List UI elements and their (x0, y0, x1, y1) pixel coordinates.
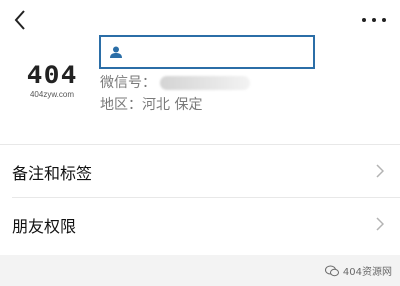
chevron-right-icon (376, 164, 384, 178)
name-field[interactable] (99, 35, 315, 69)
watermark-text: 404资源网 (342, 267, 392, 278)
region-line: 地区：河北 保定 (100, 97, 203, 113)
row-label: 朋友权限 (12, 217, 77, 236)
watermark: 404资源网 (324, 263, 392, 278)
blurred-wechat-id (160, 76, 250, 90)
top-bar (0, 0, 400, 40)
avatar-logo-text: 404 (26, 61, 78, 89)
more-dot (362, 18, 366, 22)
row-remarks-and-tags[interactable]: 备注和标签 (0, 145, 400, 197)
row-label: 备注和标签 (12, 164, 93, 183)
more-horizontal-icon[interactable] (362, 12, 386, 28)
row-friend-permissions[interactable]: 朋友权限 (0, 198, 400, 250)
wechat-logo-icon (324, 265, 339, 276)
more-dot (382, 18, 386, 22)
more-dot (372, 18, 376, 22)
chevron-left-icon[interactable] (8, 6, 32, 34)
avatar-caption: 404zyw.com (29, 90, 75, 99)
wechat-id-label: 微信号： (100, 75, 156, 91)
profile-card: 404 404zyw.com 微信号： 地区：河北 保定 备注和标签 朋友权限 (0, 0, 400, 255)
chevron-right-icon (376, 217, 384, 231)
avatar[interactable]: 404 404zyw.com (20, 56, 84, 106)
wechat-id-line: 微信号： (100, 72, 250, 92)
user-icon (110, 46, 122, 58)
